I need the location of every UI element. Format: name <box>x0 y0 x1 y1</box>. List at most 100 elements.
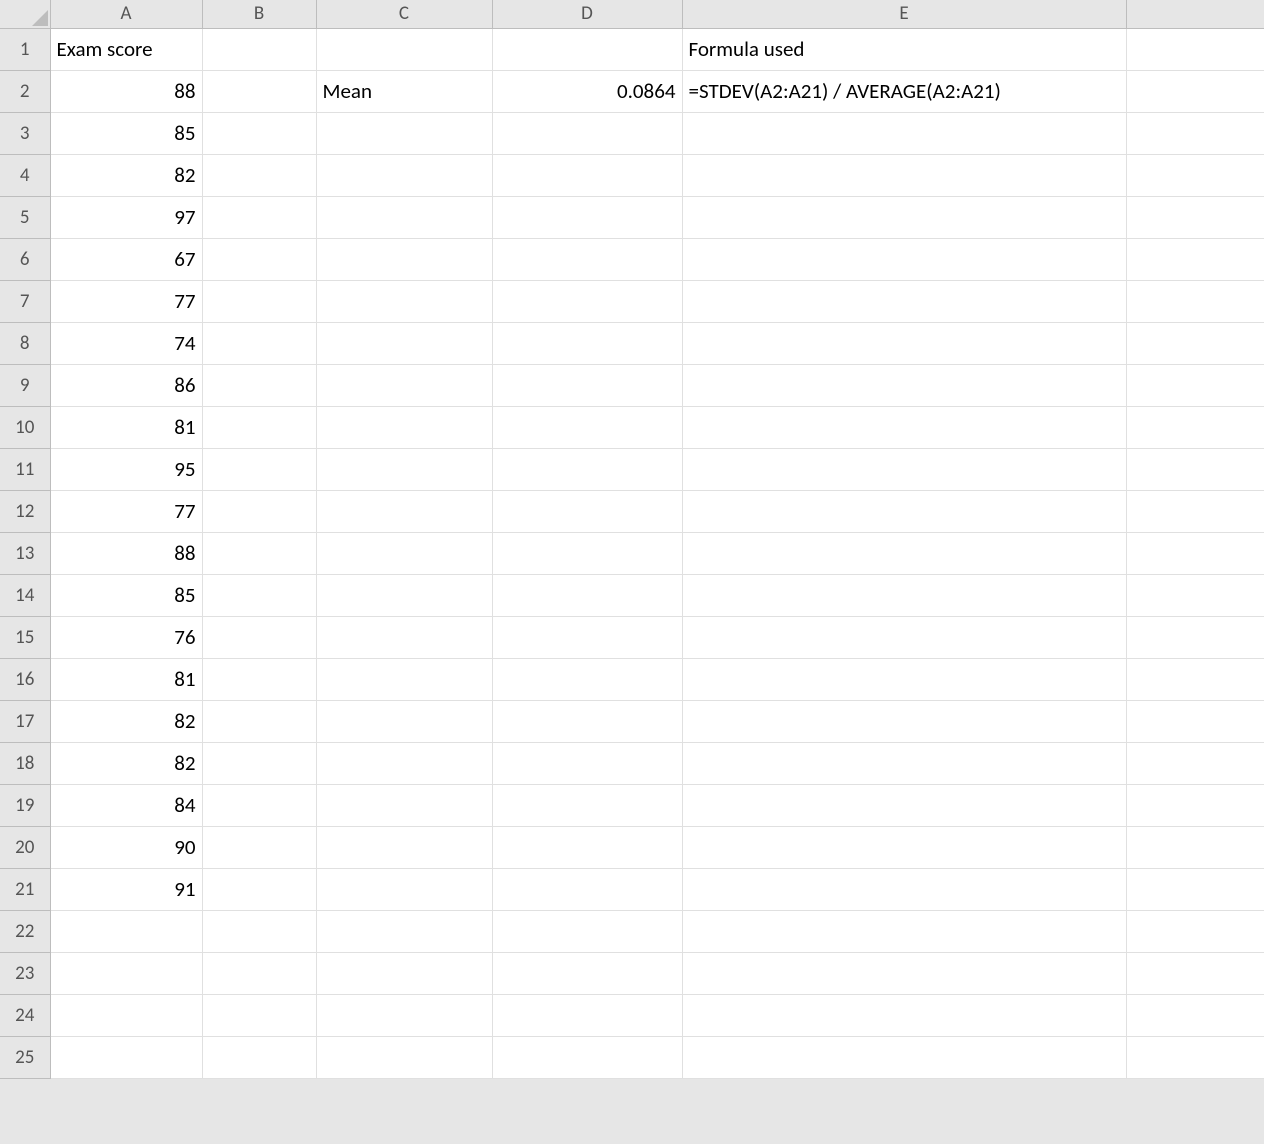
cell-D11[interactable] <box>492 448 682 490</box>
cell-A24[interactable] <box>50 994 202 1036</box>
row-header-18[interactable]: 18 <box>0 742 50 784</box>
cell-B10[interactable] <box>202 406 316 448</box>
cell-C2[interactable]: Mean <box>316 70 492 112</box>
cell-A11[interactable]: 95 <box>50 448 202 490</box>
row-header-3[interactable]: 3 <box>0 112 50 154</box>
cell-D20[interactable] <box>492 826 682 868</box>
cell-overflow-7[interactable] <box>1126 280 1264 322</box>
cell-A22[interactable] <box>50 910 202 952</box>
cell-overflow-2[interactable] <box>1126 70 1264 112</box>
cell-A18[interactable]: 82 <box>50 742 202 784</box>
cell-overflow-9[interactable] <box>1126 364 1264 406</box>
cell-E24[interactable] <box>682 994 1126 1036</box>
cell-B2[interactable] <box>202 70 316 112</box>
cell-D17[interactable] <box>492 700 682 742</box>
cell-A7[interactable]: 77 <box>50 280 202 322</box>
cell-E10[interactable] <box>682 406 1126 448</box>
cell-overflow-10[interactable] <box>1126 406 1264 448</box>
cell-B18[interactable] <box>202 742 316 784</box>
cell-D3[interactable] <box>492 112 682 154</box>
cell-A9[interactable]: 86 <box>50 364 202 406</box>
cell-E4[interactable] <box>682 154 1126 196</box>
cell-C17[interactable] <box>316 700 492 742</box>
cell-E13[interactable] <box>682 532 1126 574</box>
row-header-23[interactable]: 23 <box>0 952 50 994</box>
cell-E25[interactable] <box>682 1036 1126 1078</box>
cell-D9[interactable] <box>492 364 682 406</box>
cell-E11[interactable] <box>682 448 1126 490</box>
cell-E8[interactable] <box>682 322 1126 364</box>
cell-C21[interactable] <box>316 868 492 910</box>
cell-C14[interactable] <box>316 574 492 616</box>
row-header-19[interactable]: 19 <box>0 784 50 826</box>
cell-B16[interactable] <box>202 658 316 700</box>
cell-B4[interactable] <box>202 154 316 196</box>
row-header-1[interactable]: 1 <box>0 28 50 70</box>
cell-D8[interactable] <box>492 322 682 364</box>
cell-C20[interactable] <box>316 826 492 868</box>
cell-A10[interactable]: 81 <box>50 406 202 448</box>
row-header-8[interactable]: 8 <box>0 322 50 364</box>
cell-overflow-21[interactable] <box>1126 868 1264 910</box>
cell-E6[interactable] <box>682 238 1126 280</box>
row-header-9[interactable]: 9 <box>0 364 50 406</box>
cell-C10[interactable] <box>316 406 492 448</box>
cell-overflow-17[interactable] <box>1126 700 1264 742</box>
cell-E7[interactable] <box>682 280 1126 322</box>
cell-B6[interactable] <box>202 238 316 280</box>
cell-overflow-8[interactable] <box>1126 322 1264 364</box>
cell-C25[interactable] <box>316 1036 492 1078</box>
col-header-A[interactable]: A <box>50 0 202 28</box>
col-header-B[interactable]: B <box>202 0 316 28</box>
cell-C7[interactable] <box>316 280 492 322</box>
cell-A5[interactable]: 97 <box>50 196 202 238</box>
row-header-15[interactable]: 15 <box>0 616 50 658</box>
cell-E20[interactable] <box>682 826 1126 868</box>
cell-E19[interactable] <box>682 784 1126 826</box>
cell-A2[interactable]: 88 <box>50 70 202 112</box>
cell-overflow-12[interactable] <box>1126 490 1264 532</box>
cell-A12[interactable]: 77 <box>50 490 202 532</box>
cell-A3[interactable]: 85 <box>50 112 202 154</box>
cell-overflow-15[interactable] <box>1126 616 1264 658</box>
cell-C8[interactable] <box>316 322 492 364</box>
cell-C3[interactable] <box>316 112 492 154</box>
spreadsheet-grid[interactable]: A B C D E 1Exam scoreFormula used288Mean… <box>0 0 1264 1079</box>
cell-B1[interactable] <box>202 28 316 70</box>
cell-B21[interactable] <box>202 868 316 910</box>
row-header-20[interactable]: 20 <box>0 826 50 868</box>
cell-D1[interactable] <box>492 28 682 70</box>
row-header-4[interactable]: 4 <box>0 154 50 196</box>
row-header-11[interactable]: 11 <box>0 448 50 490</box>
cell-B24[interactable] <box>202 994 316 1036</box>
cell-B13[interactable] <box>202 532 316 574</box>
cell-A16[interactable]: 81 <box>50 658 202 700</box>
cell-D2[interactable]: 0.0864 <box>492 70 682 112</box>
col-header-D[interactable]: D <box>492 0 682 28</box>
cell-overflow-20[interactable] <box>1126 826 1264 868</box>
cell-E21[interactable] <box>682 868 1126 910</box>
cell-D24[interactable] <box>492 994 682 1036</box>
cell-B25[interactable] <box>202 1036 316 1078</box>
cell-C19[interactable] <box>316 784 492 826</box>
cell-D23[interactable] <box>492 952 682 994</box>
col-header-E[interactable]: E <box>682 0 1126 28</box>
row-header-16[interactable]: 16 <box>0 658 50 700</box>
cell-E2[interactable]: =STDEV(A2:A21) / AVERAGE(A2:A21) <box>682 70 1126 112</box>
cell-D16[interactable] <box>492 658 682 700</box>
row-header-13[interactable]: 13 <box>0 532 50 574</box>
cell-B3[interactable] <box>202 112 316 154</box>
cell-D6[interactable] <box>492 238 682 280</box>
cell-B19[interactable] <box>202 784 316 826</box>
cell-C18[interactable] <box>316 742 492 784</box>
cell-C4[interactable] <box>316 154 492 196</box>
cell-overflow-6[interactable] <box>1126 238 1264 280</box>
cell-A25[interactable] <box>50 1036 202 1078</box>
cell-A14[interactable]: 85 <box>50 574 202 616</box>
cell-overflow-18[interactable] <box>1126 742 1264 784</box>
cell-overflow-1[interactable] <box>1126 28 1264 70</box>
row-header-7[interactable]: 7 <box>0 280 50 322</box>
col-header-C[interactable]: C <box>316 0 492 28</box>
row-header-21[interactable]: 21 <box>0 868 50 910</box>
cell-C13[interactable] <box>316 532 492 574</box>
